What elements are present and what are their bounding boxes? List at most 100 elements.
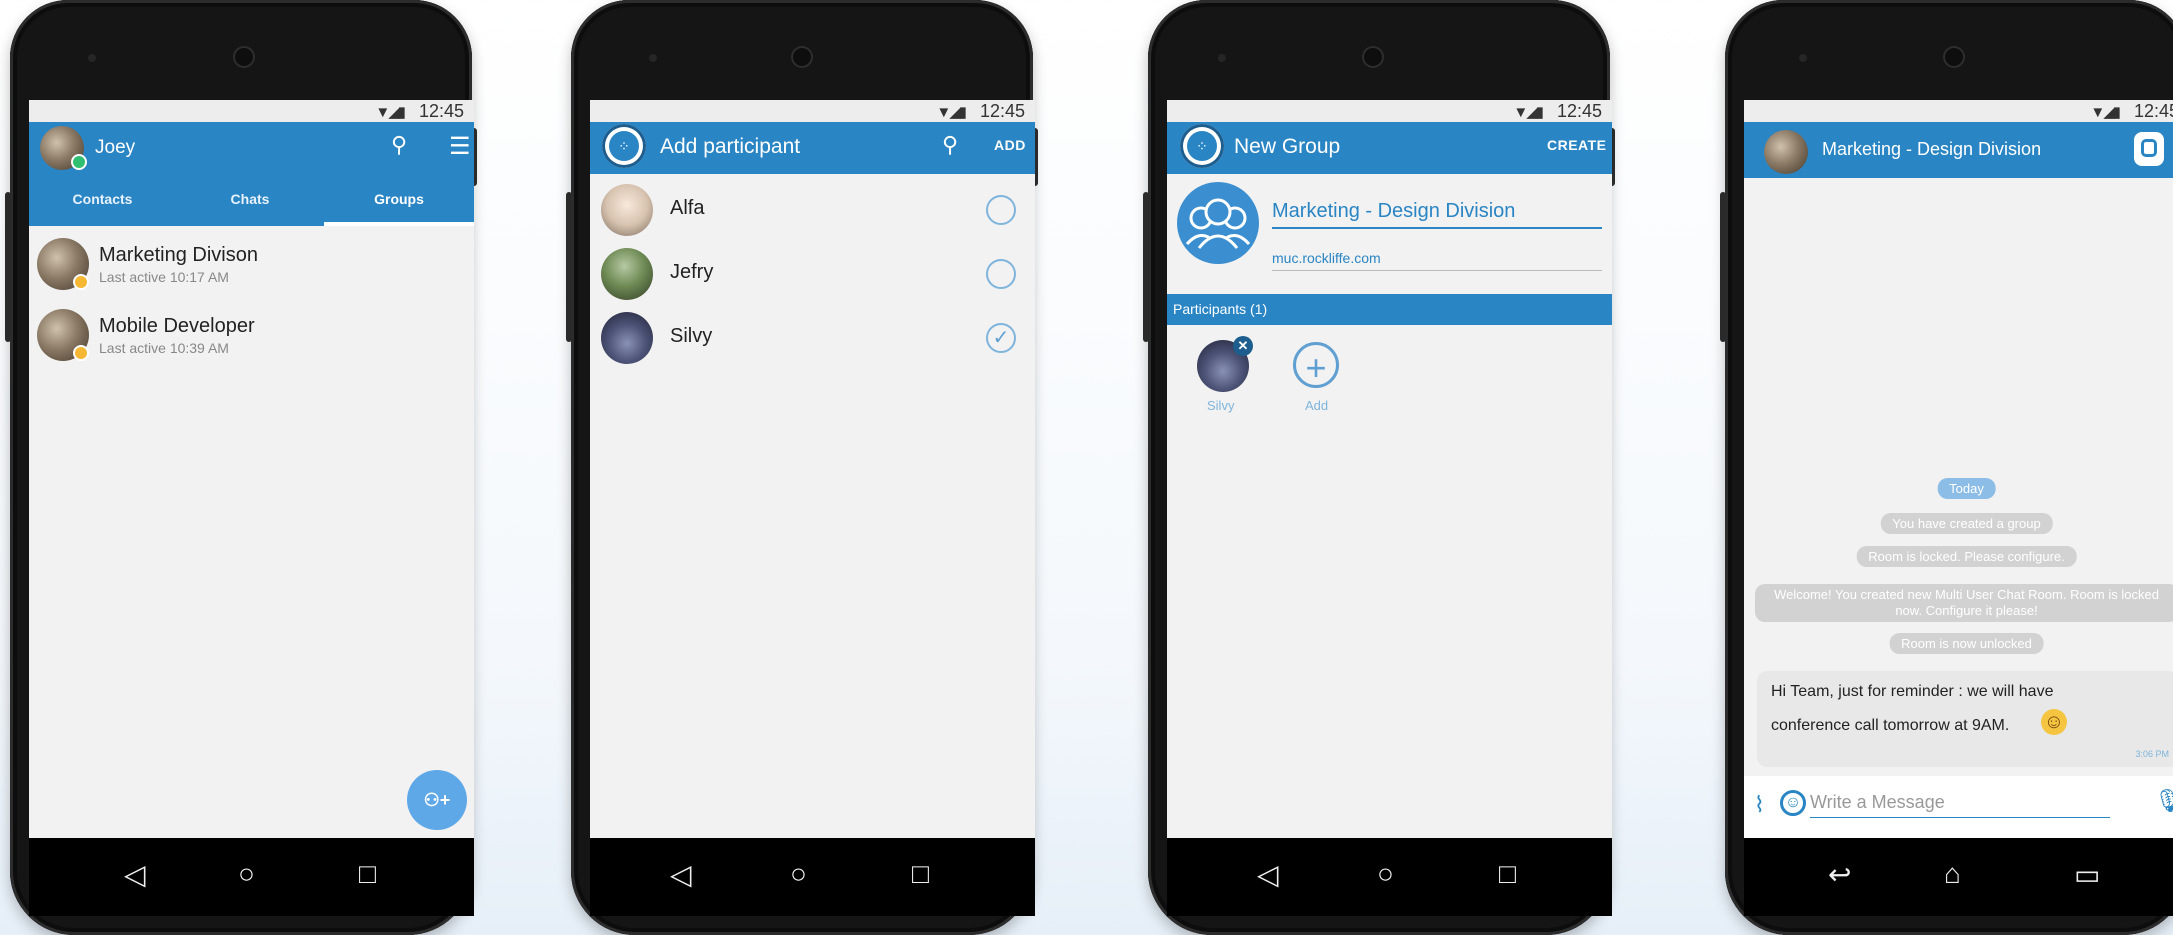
- phone-frame-add-participant: ▼◢▮ 12:45 ⁘ Add participant ⚲ ADD Alfa J…: [566, 0, 1038, 935]
- app-bar: ⁘ New Group CREATE: [1167, 122, 1612, 174]
- date-divider: Today: [1937, 478, 1996, 499]
- phone-frame-contacts: ▼◢▮ 12:45 Joey ⚲ ☰ Contacts Chats Groups…: [5, 0, 477, 935]
- status-time: 12:45: [2133, 101, 2173, 121]
- status-time: 12:45: [418, 101, 464, 121]
- message-time: 3:06 PM: [2135, 749, 2169, 759]
- app-bar: Joey ⚲ ☰: [29, 122, 474, 174]
- message-text-line2: conference call tomorrow at 9AM.: [1771, 717, 2010, 734]
- participants-count: Participants (1): [1173, 301, 1268, 317]
- power-button: [566, 192, 572, 342]
- front-camera: [791, 46, 813, 68]
- phone-frame-chat: ▼◢▮ 12:45 Marketing - Design Division To…: [1720, 0, 2173, 935]
- select-circle-icon[interactable]: [986, 259, 1016, 289]
- proximity-sensor: [1218, 54, 1226, 62]
- home-circle-icon[interactable]: ○: [238, 858, 255, 890]
- tab-chats[interactable]: Chats: [176, 191, 324, 207]
- home-icon[interactable]: ⌂: [1944, 858, 1961, 890]
- system-nav-bar: ◁ ○ □: [29, 838, 474, 916]
- message-input-bar: ⌇ ☺ Write a Message 🎙: [1744, 776, 2173, 840]
- participant-row[interactable]: Alfa: [590, 180, 1035, 240]
- proximity-sensor: [88, 54, 96, 62]
- member-name: Silvy: [1207, 398, 1235, 413]
- recents-icon[interactable]: ▭: [2074, 858, 2100, 891]
- system-message: Room is locked. Please configure.: [1856, 546, 2077, 567]
- recents-square-icon[interactable]: □: [359, 858, 376, 890]
- group-photo-icon[interactable]: [1177, 182, 1259, 264]
- participant-row[interactable]: Jefry: [590, 244, 1035, 304]
- back-triangle-icon[interactable]: ◁: [124, 858, 146, 891]
- participant-row[interactable]: Silvy ✓: [590, 308, 1035, 368]
- screen-title: Add participant: [660, 135, 801, 158]
- add-group-icon: ⚇+: [423, 790, 451, 810]
- system-message: You have created a group: [1880, 513, 2053, 534]
- participant-name: Alfa: [670, 197, 705, 219]
- app-logo-icon: ⁘: [602, 124, 646, 168]
- status-bar: ▼◢▮ 12:45: [29, 100, 474, 122]
- create-button[interactable]: CREATE: [1547, 137, 1607, 153]
- app-logo-icon: ⁘: [1180, 124, 1224, 168]
- message-text-line1: Hi Team, just for reminder : we will hav…: [1771, 683, 2054, 700]
- tab-groups[interactable]: Groups: [324, 191, 474, 207]
- message-input[interactable]: Write a Message: [1810, 792, 2110, 818]
- remove-member-icon[interactable]: ✕: [1233, 336, 1253, 356]
- chat-title: Marketing - Design Division: [1822, 139, 2042, 159]
- tab-contacts[interactable]: Contacts: [29, 191, 176, 207]
- add-participant-icon[interactable]: +: [1293, 342, 1339, 388]
- checked-circle-icon[interactable]: ✓: [986, 323, 1016, 353]
- group-list-item[interactable]: Mobile Developer Last active 10:39 AM: [29, 305, 474, 371]
- front-camera: [1943, 46, 1965, 68]
- home-circle-icon[interactable]: ○: [790, 858, 807, 890]
- group-status: Last active 10:17 AM: [99, 269, 229, 285]
- menu-icon[interactable]: ☰: [449, 132, 471, 161]
- screen-title: New Group: [1234, 135, 1341, 158]
- new-group-fab[interactable]: ⚇+: [407, 770, 467, 830]
- wifi-signal-battery-icons: ▼◢▮: [2090, 104, 2121, 121]
- group-list-item[interactable]: Marketing Divison Last active 10:17 AM: [29, 234, 474, 300]
- server-field[interactable]: muc.rockliffe.com: [1272, 250, 1602, 271]
- power-button: [5, 192, 11, 342]
- back-triangle-icon[interactable]: ◁: [670, 858, 692, 891]
- system-message: Room is now unlocked: [1889, 633, 2044, 654]
- participant-avatar: [601, 248, 653, 300]
- back-triangle-icon[interactable]: ◁: [1257, 858, 1279, 891]
- front-camera: [1362, 46, 1384, 68]
- status-time: 12:45: [979, 101, 1025, 121]
- microphone-icon[interactable]: 🎙: [2154, 788, 2173, 814]
- select-circle-icon[interactable]: [986, 195, 1016, 225]
- power-button: [1143, 192, 1149, 342]
- system-nav-bar: ↩ ⌂ ▭: [1744, 838, 2173, 916]
- tab-active-indicator: [324, 222, 474, 226]
- back-arrow-icon[interactable]: ↩: [1828, 858, 1851, 891]
- group-name-input[interactable]: Marketing - Design Division: [1272, 200, 1602, 229]
- attach-icon[interactable]: ⌇: [1754, 792, 1765, 818]
- message-bubble[interactable]: Hi Team, just for reminder : we will hav…: [1757, 671, 2173, 767]
- search-icon[interactable]: ⚲: [942, 132, 958, 158]
- screen-new-group: ▼◢▮ 12:45 ⁘ New Group CREATE Marketing -…: [1167, 100, 1612, 840]
- add-button[interactable]: ADD: [994, 137, 1026, 153]
- recents-square-icon[interactable]: □: [1499, 858, 1516, 890]
- status-bar: ▼◢▮ 12:45: [590, 100, 1035, 122]
- screen-add-participant: ▼◢▮ 12:45 ⁘ Add participant ⚲ ADD Alfa J…: [590, 100, 1035, 840]
- search-icon[interactable]: ⚲: [391, 132, 407, 158]
- system-nav-bar: ◁ ○ □: [1167, 838, 1612, 916]
- status-bar: ▼◢▮ 12:45: [1744, 100, 2173, 122]
- room-lock-icon[interactable]: [2134, 132, 2164, 166]
- app-bar: ⁘ Add participant ⚲ ADD: [590, 122, 1035, 174]
- screen-chat: ▼◢▮ 12:45 Marketing - Design Division To…: [1744, 100, 2173, 840]
- recents-square-icon[interactable]: □: [912, 858, 929, 890]
- system-nav-bar: ◁ ○ □: [590, 838, 1035, 916]
- add-label[interactable]: Add: [1305, 398, 1328, 413]
- participant-avatar: [601, 184, 653, 236]
- wifi-signal-battery-icons: ▼◢▮: [1513, 104, 1544, 121]
- participant-avatar: [601, 312, 653, 364]
- status-bar: ▼◢▮ 12:45: [1167, 100, 1612, 122]
- participant-name: Silvy: [670, 325, 713, 347]
- group-avatar[interactable]: [1764, 130, 1808, 174]
- participants-header: Participants (1): [1167, 294, 1612, 325]
- group-name: Mobile Developer: [99, 315, 255, 337]
- smile-emoji-icon: ☺: [2041, 709, 2067, 735]
- screen-groups: ▼◢▮ 12:45 Joey ⚲ ☰ Contacts Chats Groups…: [29, 100, 474, 840]
- home-circle-icon[interactable]: ○: [1377, 858, 1394, 890]
- away-status-dot: [73, 345, 89, 361]
- emoji-picker-icon[interactable]: ☺: [1780, 790, 1806, 816]
